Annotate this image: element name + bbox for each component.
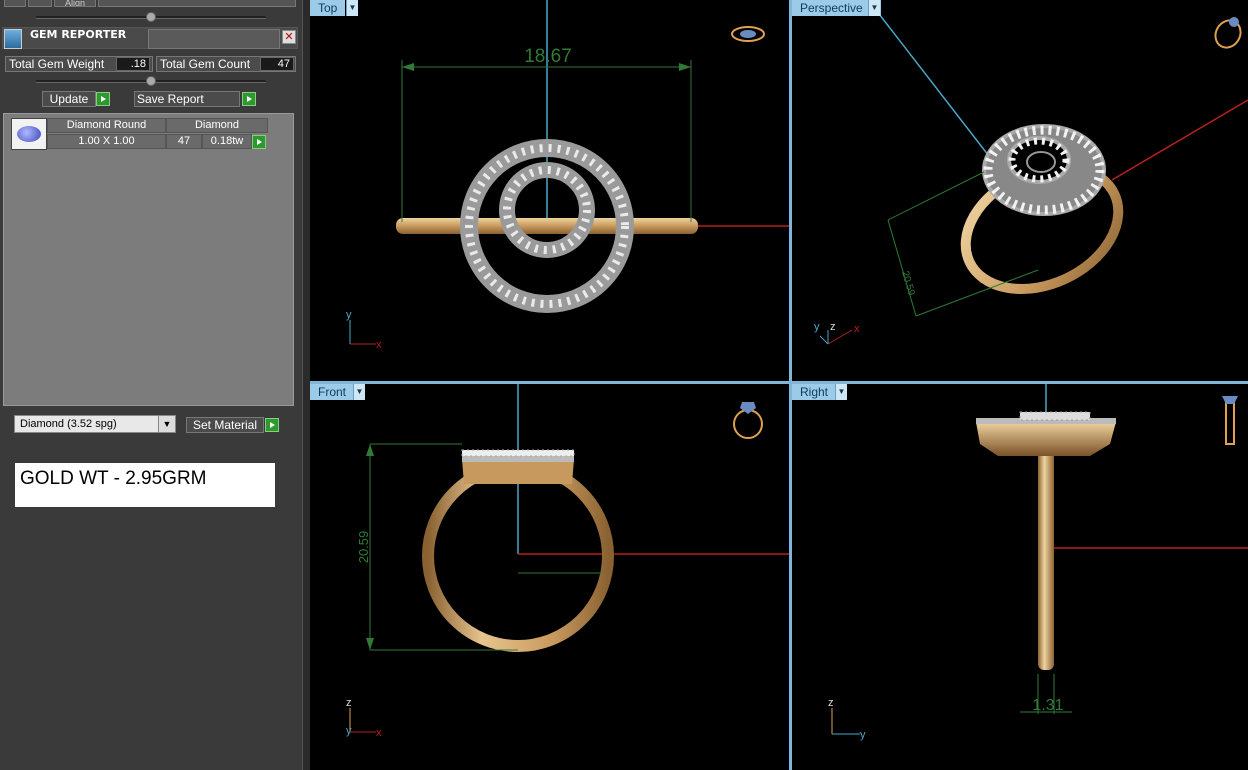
viewport-right[interactable]: 1.31 z y Right ▼	[792, 384, 1248, 770]
gold-weight-note: GOLD WT - 2.95GRM	[15, 463, 275, 507]
gem-header-material: Diamond	[166, 118, 268, 133]
align-button[interactable]: Align	[54, 0, 96, 7]
perspective-center	[1026, 151, 1056, 173]
toolbar-field[interactable]	[98, 0, 296, 7]
front-dimension-label: 20.59	[356, 531, 371, 564]
gem-cell-count: 47	[166, 134, 202, 149]
viewport-front[interactable]: 20.59 z y x Front ▼	[310, 384, 789, 770]
perspective-dimension-line	[887, 219, 917, 317]
perspective-view-canvas: 20.59 y z x	[814, 9, 1248, 345]
right-dimension-label: 1.31	[1032, 697, 1063, 714]
viewport-menu-front-icon[interactable]: ▼	[353, 384, 365, 400]
total-gem-count-value: 47	[260, 57, 294, 71]
chevron-down-icon[interactable]: ▼	[158, 416, 175, 432]
dimension-arrow-left	[402, 63, 414, 71]
view-cube-right-gem-icon	[1222, 396, 1238, 404]
right-axis-y-label: y	[860, 729, 866, 741]
perspective-axis-z-label: z	[830, 321, 836, 333]
front-dimension-arrow-bottom	[366, 638, 374, 650]
toolbar-button-1[interactable]	[4, 0, 26, 7]
gem-cell-size: 1.00 X 1.00	[47, 134, 166, 149]
viewport-top[interactable]: 18.67 y x Top ▼	[310, 0, 789, 381]
update-button[interactable]: Update	[42, 91, 96, 107]
viewport-label-top[interactable]: Top	[310, 0, 346, 16]
total-gem-weight-value: .18	[116, 57, 150, 71]
gem-list	[3, 113, 294, 406]
perspective-axis-x-label: x	[854, 323, 860, 335]
front-dimension-arrow-top	[366, 444, 374, 456]
set-material-button[interactable]: Set Material	[186, 417, 264, 433]
front-view-canvas: 20.59 z y x	[346, 384, 789, 739]
perspective-axis-red	[1111, 99, 1248, 181]
front-axis-x-label: x	[376, 727, 382, 739]
right-ring-shank	[1038, 448, 1054, 670]
panel-title: GEM REPORTER	[30, 28, 127, 41]
right-axis-z-label: z	[828, 697, 834, 709]
diamond-round-thumbnail-icon	[11, 118, 47, 150]
perspective-axis-y-label: y	[814, 321, 820, 333]
right-halo-stones	[1019, 411, 1091, 421]
toolbar-button-2[interactable]	[28, 0, 52, 7]
viewport-menu-perspective-icon[interactable]: ▼	[868, 0, 880, 16]
perspective-extension-top	[887, 171, 985, 221]
right-head	[976, 422, 1116, 456]
update-go-icon[interactable]	[96, 92, 110, 106]
gem-header-shape: Diamond Round	[47, 118, 166, 133]
right-view-canvas: 1.31 z y	[828, 384, 1248, 741]
save-report-button[interactable]: Save Report	[134, 91, 240, 107]
front-axis-y-label: y	[346, 725, 352, 737]
view-cube-right-icon	[1225, 399, 1235, 445]
top-axis-y-label: y	[346, 309, 352, 321]
viewport-menu-top-icon[interactable]: ▼	[346, 0, 358, 16]
gem-row-go-icon[interactable]	[252, 135, 266, 149]
top-view-canvas: 18.67 y x	[346, 0, 789, 351]
front-head-base	[462, 459, 574, 484]
close-button[interactable]: ✕	[282, 30, 296, 44]
title-tab	[148, 29, 280, 49]
save-report-go-icon[interactable]	[242, 92, 256, 106]
top-axis-x-label: x	[376, 339, 382, 351]
viewport-menu-right-icon[interactable]: ▼	[835, 384, 847, 400]
viewport-perspective[interactable]: 20.59 y z x Perspective ▼	[792, 0, 1248, 381]
ring-shank	[396, 218, 698, 234]
view-cube-front-icon	[733, 409, 763, 439]
material-select[interactable]: Diamond (3.52 spg)	[14, 415, 176, 433]
perspective-dimension-label: 20.59	[899, 270, 917, 298]
perspective-axis-blue	[875, 9, 993, 161]
top-dimension-label: 18.67	[524, 46, 572, 67]
perspective-gizmo-z	[819, 335, 829, 345]
set-material-go-icon[interactable]	[265, 418, 279, 432]
view-cube-perspective-gem-icon	[1229, 17, 1239, 27]
front-halo-stones	[461, 449, 575, 457]
view-cube-top-gem-icon	[740, 30, 756, 38]
front-axis-z-label: z	[346, 697, 352, 709]
slider-knob-mid[interactable]	[146, 76, 156, 86]
gem-reporter-icon	[4, 29, 22, 49]
slider-knob-top[interactable]	[146, 12, 156, 22]
dimension-arrow-right	[679, 63, 691, 71]
view-cube-perspective-icon	[1214, 19, 1242, 49]
gem-cell-weight: 0.18tw	[202, 134, 252, 149]
